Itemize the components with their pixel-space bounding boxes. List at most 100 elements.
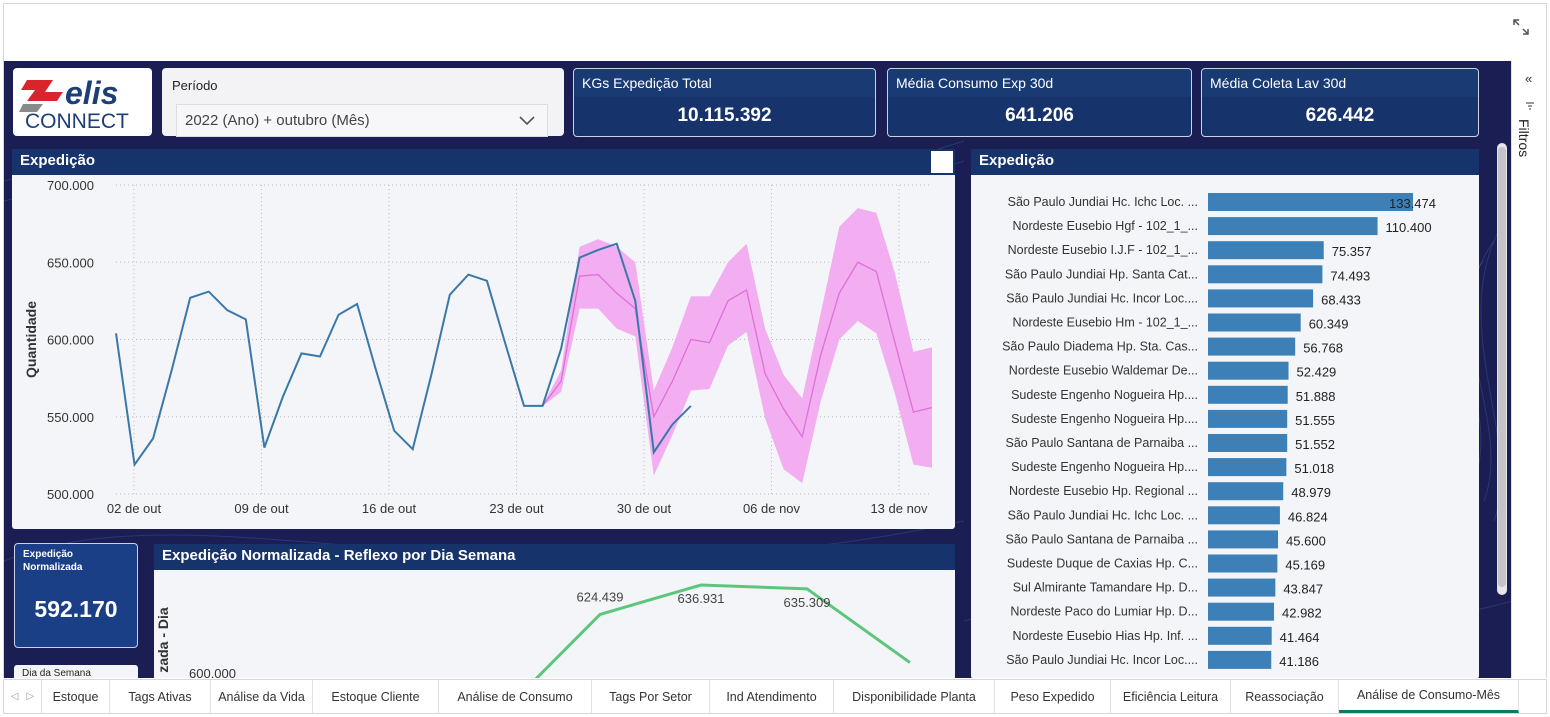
y-tick-label: 550.000 — [47, 410, 94, 425]
bar-category-label: Nordeste Eusebio Hp. Regional ... — [1009, 484, 1198, 498]
bar[interactable] — [1208, 530, 1279, 549]
bar-value-label: 51.552 — [1295, 437, 1335, 452]
line-chart-title: Expedição — [12, 149, 955, 175]
kpi-value: 10.115.392 — [677, 105, 772, 126]
tab-item[interactable]: Peso Expedido — [995, 680, 1111, 713]
tab-item[interactable]: Análise de Consumo-Mês — [1339, 680, 1519, 713]
y-tick-label: 600.000 — [47, 333, 94, 348]
tab-item[interactable]: Estoque — [42, 680, 110, 713]
y-tick-label: 600.000 — [189, 666, 236, 678]
data-label: 636.931 — [678, 591, 725, 606]
bar-value-label: 45.600 — [1286, 533, 1326, 548]
bar-category-label: Sudeste Engenho Nogueira Hp.... — [1011, 388, 1198, 402]
bar-category-label: Nordeste Eusebio Hm - 102_1_... — [1012, 316, 1198, 330]
bar[interactable] — [1208, 650, 1272, 669]
normalizada-value: 592.170 — [34, 596, 118, 622]
bar[interactable] — [1208, 385, 1288, 404]
tab-item[interactable]: Reassociação — [1231, 680, 1339, 713]
periodo-label: Período — [172, 78, 218, 93]
bar-category-label: Nordeste Eusebio Hgf - 102_1_... — [1012, 219, 1198, 233]
chevron-down-icon — [519, 113, 535, 129]
bar-value-label: 51.018 — [1294, 461, 1334, 476]
filter-pane[interactable]: « Filtros — [1511, 61, 1547, 678]
bar-value-label: 45.169 — [1285, 558, 1325, 573]
bar[interactable] — [1208, 434, 1288, 452]
bar-value-label: 51.888 — [1296, 389, 1336, 404]
tab-item[interactable]: Disponibilidade Planta — [834, 680, 995, 713]
tab-item[interactable]: Análise de Consumo — [439, 680, 592, 713]
x-tick-label: 30 de out — [617, 501, 672, 516]
bar[interactable] — [1208, 337, 1296, 356]
bar-chart-title: Expedição — [971, 149, 1479, 175]
bar[interactable] — [1208, 409, 1288, 428]
bar[interactable] — [1208, 458, 1287, 477]
tab-item[interactable]: Análise da Vida — [211, 680, 313, 713]
bar-value-label: 48.979 — [1291, 485, 1331, 500]
bar-category-label: Nordeste Eusebio Waldemar De... — [1009, 364, 1198, 378]
bar[interactable] — [1208, 289, 1314, 308]
dia-semana-slicer[interactable]: Dia da Semana — [14, 665, 138, 678]
bar[interactable] — [1208, 482, 1284, 501]
bar[interactable] — [1208, 506, 1280, 525]
bar-value-label: 52.429 — [1297, 365, 1337, 380]
bar[interactable] — [1208, 193, 1413, 211]
line-chart: 700.000 650.000 600.000 550.000 500.000 02 de… — [23, 178, 933, 516]
normalizada-label: Expedição Normalizada — [23, 549, 83, 573]
tab-item[interactable]: Ind Atendimento — [710, 680, 834, 713]
bar-category-label: São Paulo Jundiai Hc. Incor Loc.... — [1006, 653, 1198, 667]
bar-value-label: 42.982 — [1282, 606, 1322, 621]
kpi-label: Média Consumo Exp 30d — [896, 75, 1054, 91]
logo-text-elis: elis — [65, 75, 118, 111]
expand-icon[interactable] — [1510, 16, 1532, 38]
kpi-label: Média Coleta Lav 30d — [1210, 75, 1347, 91]
bar[interactable] — [1208, 313, 1301, 332]
bar-category-label: Sul Almirante Tamandare Hp. D... — [1013, 581, 1198, 595]
tab-item[interactable]: Tags Por Setor — [592, 680, 710, 713]
kpi-media-coleta-lav: Média Coleta Lav 30d 626.442 — [1201, 68, 1479, 137]
chevron-right-icon[interactable]: ▷ — [27, 691, 35, 702]
bar[interactable] — [1208, 361, 1289, 380]
data-label: 635.309 — [784, 595, 831, 610]
bar-value-label: 51.555 — [1295, 413, 1335, 428]
periodo-slicer: Período 2022 (Ano) + outubro (Mês) — [162, 68, 564, 137]
bar[interactable] — [1208, 626, 1272, 645]
periodo-dropdown[interactable]: 2022 (Ano) + outubro (Mês) — [176, 104, 548, 137]
bar-category-label: São Paulo Jundiai Hc. Ichc Loc. ... — [1008, 508, 1198, 522]
kpi-label: KGs Expedição Total — [582, 75, 712, 91]
elis-connect-logo: elis CONNECT — [13, 68, 152, 136]
expedicao-normalizada-card: Expedição Normalizada 592.170 — [14, 543, 138, 648]
collapse-icon[interactable]: « — [1525, 71, 1532, 86]
x-tick-label: 23 de out — [489, 501, 544, 516]
bar[interactable] — [1208, 241, 1324, 260]
visual-menu-button[interactable] — [931, 151, 953, 173]
chevron-left-icon[interactable]: ◁ — [11, 691, 19, 702]
bar-value-label: 75.357 — [1332, 244, 1372, 259]
bar-value-label: 60.349 — [1309, 317, 1349, 332]
scrollbar-thumb[interactable] — [1498, 147, 1506, 587]
normalizada-line-chart: 600.000 zada - Dia 624.439 636.931 635.309 — [155, 583, 911, 678]
y-tick-label: 500.000 — [47, 487, 94, 502]
bar-category-label: Nordeste Eusebio I.J.F - 102_1_... — [1008, 243, 1198, 257]
tab-nav-arrows[interactable]: ◁ ▷ — [4, 680, 42, 713]
expedicao-line-chart-panel: Expedição 700.000 650.000 600.000 550.000 50… — [12, 149, 955, 529]
bar[interactable] — [1208, 578, 1276, 597]
bar-category-label: São Paulo Jundiai Hc. Incor Loc.... — [1006, 291, 1198, 305]
x-tick-label: 16 de out — [362, 501, 417, 516]
bar-category-label: São Paulo Santana de Parnaiba ... — [1005, 436, 1198, 450]
bar-category-label: Nordeste Eusebio Hias Hp. Inf. ... — [1012, 629, 1198, 643]
bar[interactable] — [1208, 217, 1378, 236]
bar[interactable] — [1208, 602, 1275, 621]
bar[interactable] — [1208, 554, 1278, 573]
bar-value-label: 110.400 — [1386, 220, 1432, 235]
tab-item[interactable]: Estoque Cliente — [313, 680, 439, 713]
bar-chart-scrollbar[interactable] — [1497, 143, 1507, 595]
kpi-kgs-expedicao-total: KGs Expedição Total 10.115.392 — [573, 68, 876, 137]
bar[interactable] — [1208, 265, 1323, 284]
kpi-value: 641.206 — [1005, 105, 1074, 126]
bar-category-label: São Paulo Diadema Hp. Sta. Cas... — [1002, 340, 1198, 354]
tab-item[interactable]: Tags Ativas — [110, 680, 211, 713]
tab-item[interactable]: Eficiência Leitura — [1111, 680, 1231, 713]
bar-value-label: 46.824 — [1288, 509, 1328, 524]
y-tick-label: 700.000 — [47, 178, 94, 193]
bar-value-label: 68.433 — [1321, 292, 1361, 307]
